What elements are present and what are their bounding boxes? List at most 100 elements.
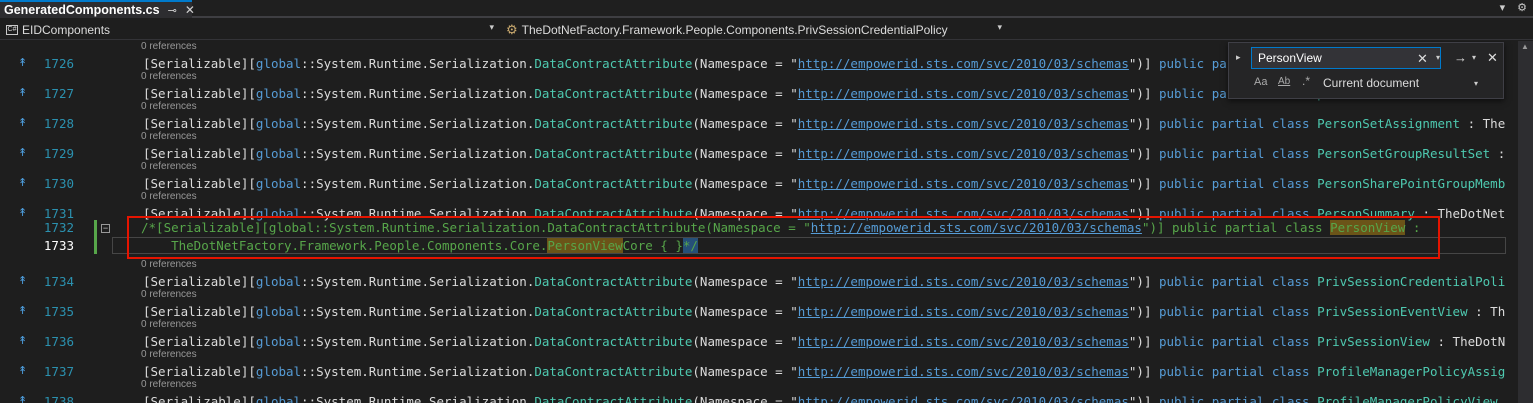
keyword-token: public (1159, 274, 1205, 289)
whole-word-toggle[interactable]: Ab (1278, 76, 1290, 87)
implementation-margin-icon[interactable]: ↟ (18, 394, 27, 403)
url-link[interactable]: http://empowerid.sts.com/svc/2010/03/sch… (798, 364, 1129, 379)
tabbar-right: ▾ ⚙ (1500, 1, 1527, 14)
code-text: [Serializable][global::System.Runtime.Se… (143, 56, 1340, 71)
line-number: 1735 (43, 304, 74, 319)
implementation-margin-icon[interactable]: ↟ (18, 86, 27, 99)
implementation-margin-icon[interactable]: ↟ (18, 304, 27, 317)
find-input[interactable] (1251, 47, 1441, 69)
keyword-token: partial (1211, 274, 1265, 289)
document-tab[interactable]: GeneratedComponents.cs ⊸ ✕ (0, 0, 195, 18)
search-scope-dropdown[interactable]: Current document (1323, 76, 1419, 90)
type-token: DataContractAttribute (534, 86, 693, 101)
keyword-token: global (255, 86, 302, 101)
tab-list-dropdown-icon[interactable]: ▾ (1500, 1, 1506, 14)
url-link[interactable]: http://empowerid.sts.com/svc/2010/03/sch… (798, 394, 1129, 403)
codelens-references[interactable]: 0 references (141, 349, 197, 360)
base-suffix: : Th (1467, 304, 1506, 319)
type-token: DataContractAttribute (534, 274, 693, 289)
code-line: 0 references ↟ 1736 [Serializable][global::… (0, 319, 1533, 355)
class-name-token: PrivSessionEventView (1317, 304, 1468, 319)
codelens-references[interactable]: 0 references (141, 259, 197, 270)
arg-token: (Namespace = " (692, 146, 798, 161)
url-link[interactable]: http://empowerid.sts.com/svc/2010/03/sch… (798, 176, 1129, 191)
arg-close-token: ")] (1128, 334, 1159, 349)
vertical-scrollbar[interactable]: ▲ (1518, 41, 1533, 403)
code-line: 0 references↟ 1735 [Serializable][global::… (0, 289, 1533, 325)
namespace-token: ::System.Runtime.Serialization. (301, 176, 535, 191)
regex-toggle[interactable]: .* (1302, 74, 1310, 88)
find-next-dropdown-icon[interactable]: ▾ (1472, 53, 1476, 62)
base-suffix: : (1490, 146, 1506, 161)
url-link[interactable]: http://empowerid.sts.com/svc/2010/03/sch… (798, 86, 1129, 101)
toggle-replace-icon[interactable]: ▸ (1236, 52, 1241, 63)
keyword-token: partial (1211, 304, 1265, 319)
url-link[interactable]: http://empowerid.sts.com/svc/2010/03/sch… (798, 274, 1129, 289)
namespace-token: ::System.Runtime.Serialization. (301, 274, 535, 289)
pin-icon[interactable]: ⊸ (168, 4, 177, 17)
class-name-token: PrivSessionCredentialPoli (1317, 274, 1506, 289)
arg-token: (Namespace = " (692, 56, 798, 71)
arg-close-token: ")] (1128, 274, 1159, 289)
search-history-dropdown-icon[interactable]: ▾ (1436, 53, 1440, 62)
chevron-down-icon[interactable]: ▾ (1474, 79, 1478, 88)
type-token: DataContractAttribute (534, 334, 693, 349)
implementation-margin-icon[interactable]: ↟ (18, 56, 27, 69)
codelens-references[interactable]: 0 references (141, 131, 197, 142)
arg-close-token: ")] (1128, 364, 1159, 379)
project-dropdown[interactable]: C# EIDComponents ▾ (2, 21, 498, 39)
url-link[interactable]: http://empowerid.sts.com/svc/2010/03/sch… (798, 146, 1129, 161)
keyword-token: public (1159, 86, 1205, 101)
code-text: [Serializable][global::System.Runtime.Se… (143, 146, 1506, 161)
match-case-toggle[interactable]: Aa (1254, 76, 1267, 88)
url-link[interactable]: http://empowerid.sts.com/svc/2010/03/sch… (798, 56, 1129, 71)
close-icon[interactable]: ✕ (185, 3, 195, 17)
code-line: 0 references ↟ 1737 [Serializable][global::… (0, 349, 1533, 385)
keyword-token: class (1271, 304, 1310, 319)
implementation-margin-icon[interactable]: ↟ (18, 176, 27, 189)
code-text: [Serializable][global::System.Runtime.Se… (143, 86, 1340, 101)
keyword-token: partial (1211, 334, 1265, 349)
url-link[interactable]: http://empowerid.sts.com/svc/2010/03/sch… (798, 116, 1129, 131)
keyword-token: public (1159, 176, 1205, 191)
member-dropdown[interactable]: ⚙ TheDotNetFactory.Framework.People.Comp… (506, 21, 1006, 39)
code-text: [Serializable][global::System.Runtime.Se… (143, 304, 1506, 319)
gear-icon[interactable]: ⚙ (1517, 1, 1527, 14)
codelens-references[interactable]: 0 references (141, 71, 197, 82)
keyword-token: public (1159, 334, 1205, 349)
codelens-references[interactable]: 0 references (141, 379, 197, 390)
attribute-token: [Serializable] (143, 56, 249, 71)
find-next-icon[interactable]: → (1454, 50, 1467, 65)
attribute-token: [Serializable] (143, 86, 249, 101)
url-link[interactable]: http://empowerid.sts.com/svc/2010/03/sch… (798, 334, 1129, 349)
implementation-margin-icon[interactable]: ↟ (18, 274, 27, 287)
scroll-up-icon[interactable]: ▲ (1521, 42, 1529, 51)
implementation-margin-icon[interactable]: ↟ (18, 334, 27, 347)
codelens-references[interactable]: 0 references (141, 161, 197, 172)
implementation-margin-icon[interactable]: ↟ (18, 146, 27, 159)
keyword-token: class (1271, 274, 1310, 289)
highlight-annotation-box (127, 216, 1440, 259)
implementation-margin-icon[interactable]: ↟ (18, 116, 27, 129)
url-link[interactable]: http://empowerid.sts.com/svc/2010/03/sch… (798, 304, 1129, 319)
type-token: DataContractAttribute (534, 56, 693, 71)
implementation-margin-icon[interactable]: ↟ (18, 364, 27, 377)
close-find-icon[interactable]: ✕ (1487, 50, 1498, 66)
keyword-token: public (1159, 304, 1205, 319)
keyword-token: global (255, 334, 302, 349)
attribute-token: [Serializable] (143, 394, 249, 403)
namespace-token: ::System.Runtime.Serialization. (301, 304, 535, 319)
keyword-token: global (255, 304, 302, 319)
codelens-references[interactable]: 0 references (141, 101, 197, 112)
codelens-references[interactable]: 0 references (141, 319, 197, 330)
keyword-token: global (255, 146, 302, 161)
code-text: [Serializable][global::System.Runtime.Se… (143, 176, 1506, 191)
code-editor[interactable]: − 1732 /*[Serializable][global::System.R… (0, 41, 1533, 403)
clear-search-icon[interactable]: ✕ (1417, 51, 1428, 67)
codelens-references[interactable]: 0 references (141, 289, 197, 300)
codelens-references[interactable]: 0 references (141, 41, 197, 52)
codelens-references[interactable]: 0 references (141, 191, 197, 202)
implementation-margin-icon[interactable]: ↟ (18, 206, 27, 219)
chevron-down-icon: ▾ (997, 22, 1002, 32)
keyword-token: public (1159, 394, 1205, 403)
